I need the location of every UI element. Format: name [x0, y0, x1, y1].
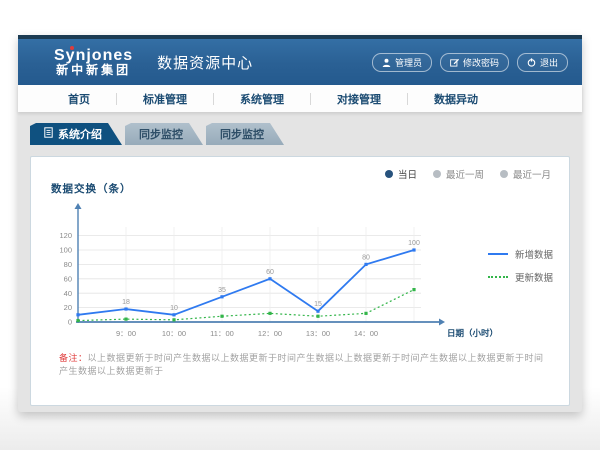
nav-item-system-management[interactable]: 系统管理 [214, 91, 310, 107]
nav-item-home[interactable]: 首页 [42, 91, 116, 107]
footnote-prefix: 备注： [59, 353, 88, 363]
legend-label: 更新数据 [515, 270, 553, 284]
logout-label: 退出 [540, 56, 558, 69]
page-title: 数据资源中心 [157, 52, 253, 73]
svg-text:60: 60 [266, 269, 274, 276]
edit-icon [450, 58, 459, 67]
svg-text:80: 80 [362, 254, 370, 261]
radio-last-month[interactable]: 最近一月 [500, 167, 551, 181]
svg-text:80: 80 [64, 260, 72, 269]
radio-label: 最近一月 [513, 167, 551, 181]
nav-item-standard-management[interactable]: 标准管理 [117, 91, 213, 107]
svg-text:10: 10 [170, 305, 178, 312]
svg-text:0: 0 [68, 318, 72, 327]
radio-last-week[interactable]: 最近一周 [433, 167, 484, 181]
chart-panel: 当日 最近一周 最近一月 数据交换（条） 0 20 40 60 80 100 120 9：00… [30, 156, 570, 406]
app-header: Synjones 新中新集团 数据资源中心 管理员 修改密码 退出 [18, 39, 582, 85]
radio-dot-icon [433, 170, 441, 178]
line-chart: 0 20 40 60 80 100 120 9：00 10：00 11：00 12：00 13：00 1… [41, 197, 506, 345]
footnote-text: 以上数据更新于时间产生数据以上数据更新于时间产生数据以上数据更新于时间产生数据以… [59, 353, 544, 376]
radio-today[interactable]: 当日 [385, 167, 417, 181]
svg-text:日期（小时）: 日期（小时） [447, 328, 498, 338]
time-range-filter: 当日 最近一周 最近一月 [385, 167, 551, 181]
logo-red-dot [70, 46, 74, 50]
admin-user-button[interactable]: 管理员 [372, 53, 432, 72]
footnote: 备注：以上数据更新于时间产生数据以上数据更新于时间产生数据以上数据更新于时间产生… [59, 351, 549, 377]
svg-text:100: 100 [59, 246, 72, 255]
svg-text:20: 20 [64, 303, 72, 312]
svg-text:15: 15 [314, 301, 322, 308]
main-nav: 首页 标准管理 系统管理 对接管理 数据异动 [18, 85, 582, 112]
company-logo: Synjones 新中新集团 [54, 47, 133, 78]
svg-text:14：00: 14：00 [354, 329, 378, 338]
user-icon [382, 58, 391, 67]
tab-system-intro[interactable]: 系统介绍 [30, 123, 122, 145]
logo-text-cn: 新中新集团 [54, 64, 133, 77]
radio-label: 当日 [398, 167, 417, 181]
tab-sync-monitor-1[interactable]: 同步监控 [125, 123, 203, 145]
legend-item-new-data: 新增数据 [488, 247, 553, 261]
change-password-button[interactable]: 修改密码 [440, 53, 509, 72]
power-icon [527, 58, 536, 67]
chart-y-axis-title: 数据交换（条） [51, 181, 132, 196]
radio-dot-icon [385, 170, 393, 178]
solid-line-swatch-icon [488, 253, 508, 255]
document-icon [44, 127, 53, 141]
svg-text:18: 18 [122, 299, 130, 306]
user-area: 管理员 修改密码 退出 [372, 39, 568, 85]
svg-text:100: 100 [408, 240, 420, 247]
app-window: Synjones 新中新集团 数据资源中心 管理员 修改密码 退出 [18, 35, 582, 412]
dotted-line-swatch-icon [488, 276, 508, 278]
tab-label: 系统介绍 [58, 126, 102, 142]
admin-user-label: 管理员 [395, 56, 422, 69]
svg-text:12：00: 12：00 [258, 329, 282, 338]
svg-text:13：00: 13：00 [306, 329, 330, 338]
legend-item-update-data: 更新数据 [488, 270, 553, 284]
tab-label: 同步监控 [220, 126, 264, 142]
svg-text:120: 120 [59, 231, 72, 240]
svg-text:9：00: 9：00 [116, 329, 136, 338]
radio-label: 最近一周 [446, 167, 484, 181]
svg-text:11：00: 11：00 [210, 329, 234, 338]
tab-bar: 系统介绍 同步监控 同步监控 [18, 112, 582, 145]
content-area: 系统介绍 同步监控 同步监控 当日 最近一周 [18, 112, 582, 412]
nav-item-data-change[interactable]: 数据异动 [408, 91, 504, 107]
svg-text:40: 40 [64, 289, 72, 298]
tab-sync-monitor-2[interactable]: 同步监控 [206, 123, 284, 145]
legend-label: 新增数据 [515, 247, 553, 261]
change-password-label: 修改密码 [463, 56, 499, 69]
svg-text:60: 60 [64, 274, 72, 283]
nav-item-docking-management[interactable]: 对接管理 [311, 91, 407, 107]
radio-dot-icon [500, 170, 508, 178]
tab-label: 同步监控 [139, 126, 183, 142]
svg-text:10：00: 10：00 [162, 329, 186, 338]
chart-legend: 新增数据 更新数据 [488, 247, 553, 284]
svg-text:35: 35 [218, 287, 226, 294]
logout-button[interactable]: 退出 [517, 53, 568, 72]
logo-text-en: Synjones [54, 47, 133, 65]
